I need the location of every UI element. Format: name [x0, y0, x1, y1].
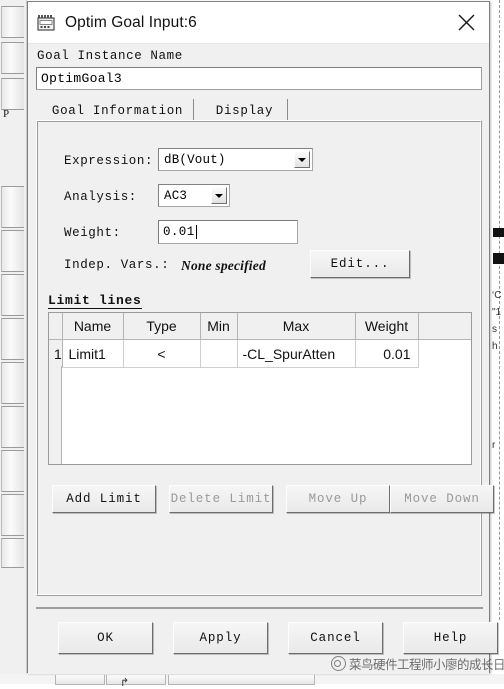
- analysis-dropdown[interactable]: AC3: [158, 184, 230, 207]
- cancel-button[interactable]: Cancel: [288, 622, 383, 654]
- background-panel-segment: [1, 406, 24, 448]
- weight-label: Weight:: [64, 226, 121, 240]
- background-panel-segment: [1, 538, 24, 568]
- move-up-button: Move Up: [286, 485, 390, 513]
- limit-lines-table: Name Type Min Max Weight 1 Limit1 < -CL_…: [49, 313, 471, 368]
- edit-button-label: Edit...: [330, 257, 390, 271]
- watermark: 菜鸟硬件工程师小廖的成长日记: [331, 653, 504, 673]
- help-button[interactable]: Help: [403, 622, 498, 654]
- background-panel-segment: [1, 494, 24, 536]
- dialog-title: Optim Goal Input:6: [65, 13, 197, 31]
- cell-min[interactable]: [199, 339, 238, 368]
- background-panel-segment: [1, 230, 24, 272]
- row-number: 1: [49, 339, 63, 368]
- tab-bar: Goal Information Display: [36, 99, 482, 122]
- column-header-max[interactable]: Max: [236, 313, 356, 340]
- dialog-body: Goal Instance Name OptimGoal3 Goal Infor…: [28, 44, 498, 674]
- cell-weight[interactable]: 0.01: [354, 339, 419, 368]
- background-right-text: "1: [492, 307, 502, 318]
- limit-lines-table-container[interactable]: Name Type Min Max Weight 1 Limit1 < -CL_…: [48, 312, 472, 465]
- limit-lines-group-title: Limit lines: [48, 293, 142, 309]
- column-header-name[interactable]: Name: [61, 313, 124, 340]
- background-panel-segment: [1, 78, 24, 110]
- background-left-label: P: [3, 108, 10, 120]
- cell-blank: [418, 339, 471, 368]
- background-panel-segment: [1, 6, 24, 38]
- delete-limit-button-label: Delete Limit: [170, 492, 272, 506]
- ok-button-label: OK: [97, 631, 114, 645]
- optim-goal-icon: [37, 14, 55, 31]
- background-panel-segment: [1, 450, 24, 492]
- cell-max[interactable]: -CL_SpurAtten: [236, 339, 356, 368]
- expression-dropdown[interactable]: dB(Vout): [158, 148, 313, 171]
- goal-instance-name-input[interactable]: OptimGoal3: [36, 67, 482, 90]
- analysis-label: Analysis:: [64, 190, 137, 204]
- move-down-button-label: Move Down: [404, 492, 480, 506]
- add-limit-button[interactable]: Add Limit: [52, 485, 156, 513]
- column-header-type[interactable]: Type: [122, 313, 201, 340]
- ok-button[interactable]: OK: [58, 622, 153, 654]
- dialog-titlebar: Optim Goal Input:6: [28, 2, 489, 44]
- watermark-logo-icon: [331, 655, 346, 671]
- background-panel-segment: [1, 318, 24, 360]
- column-header-weight[interactable]: Weight: [354, 313, 419, 340]
- goal-instance-name-label: Goal Instance Name: [37, 49, 183, 63]
- tab-goal-information[interactable]: Goal Information: [42, 99, 194, 122]
- apply-button[interactable]: Apply: [173, 622, 268, 654]
- expression-value: dB(Vout): [164, 152, 226, 167]
- edit-button[interactable]: Edit...: [310, 250, 410, 278]
- mouse-cursor: ↱: [120, 677, 130, 689]
- table-corner-cell: [49, 313, 63, 340]
- add-limit-button-label: Add Limit: [66, 492, 142, 506]
- cell-type[interactable]: <: [122, 339, 201, 368]
- move-down-button: Move Down: [390, 485, 494, 513]
- background-marker-block: [493, 228, 504, 237]
- goal-information-panel-inner: Expression: dB(Vout) Analysis: AC3 Weigh…: [37, 121, 494, 595]
- text-caret: [195, 225, 197, 239]
- expression-label: Expression:: [64, 154, 154, 168]
- background-right-text: r: [492, 440, 496, 451]
- chevron-down-icon[interactable]: [294, 151, 310, 168]
- chevron-down-icon[interactable]: [211, 187, 227, 204]
- table-header-row: Name Type Min Max Weight: [49, 313, 471, 340]
- background-right-text: s: [492, 324, 497, 335]
- weight-input[interactable]: 0.01: [158, 220, 298, 244]
- background-panel-segment: [1, 362, 24, 404]
- background-right-text: h: [492, 341, 498, 352]
- cell-name[interactable]: Limit1: [61, 339, 124, 368]
- indep-vars-label: Indep. Vars.:: [64, 258, 170, 272]
- goal-instance-name-value: OptimGoal3: [41, 71, 123, 86]
- footer-divider: [36, 607, 483, 609]
- analysis-value: AC3: [164, 188, 188, 203]
- background-right-text: ‘C: [492, 290, 502, 301]
- column-header-min[interactable]: Min: [199, 313, 238, 340]
- limit-lines-left-rail: [49, 366, 62, 464]
- cancel-button-label: Cancel: [310, 631, 361, 645]
- close-icon[interactable]: [443, 2, 489, 43]
- tab-goal-information-label: Goal Information: [51, 103, 184, 118]
- background-panel-segment: [1, 42, 24, 74]
- tab-display-label: Display: [215, 103, 274, 118]
- background-marker-block: [493, 253, 504, 264]
- background-panel-segment: [1, 274, 24, 316]
- apply-button-label: Apply: [199, 631, 242, 645]
- tab-display[interactable]: Display: [202, 99, 288, 122]
- background-panel-segment: [1, 186, 24, 228]
- move-up-button-label: Move Up: [308, 492, 368, 506]
- delete-limit-button: Delete Limit: [169, 485, 273, 513]
- goal-information-panel: Expression: dB(Vout) Analysis: AC3 Weigh…: [36, 120, 494, 596]
- weight-value: 0.01: [163, 225, 195, 239]
- indep-vars-value: None specified: [181, 258, 266, 273]
- optim-goal-input-dialog: Optim Goal Input:6 Goal Instance Name Op…: [27, 1, 498, 674]
- help-button-label: Help: [433, 631, 468, 645]
- column-header-blank: [417, 313, 471, 340]
- watermark-text: 菜鸟硬件工程师小廖的成长日记: [349, 656, 504, 672]
- table-row[interactable]: 1 Limit1 < -CL_SpurAtten 0.01: [49, 339, 471, 368]
